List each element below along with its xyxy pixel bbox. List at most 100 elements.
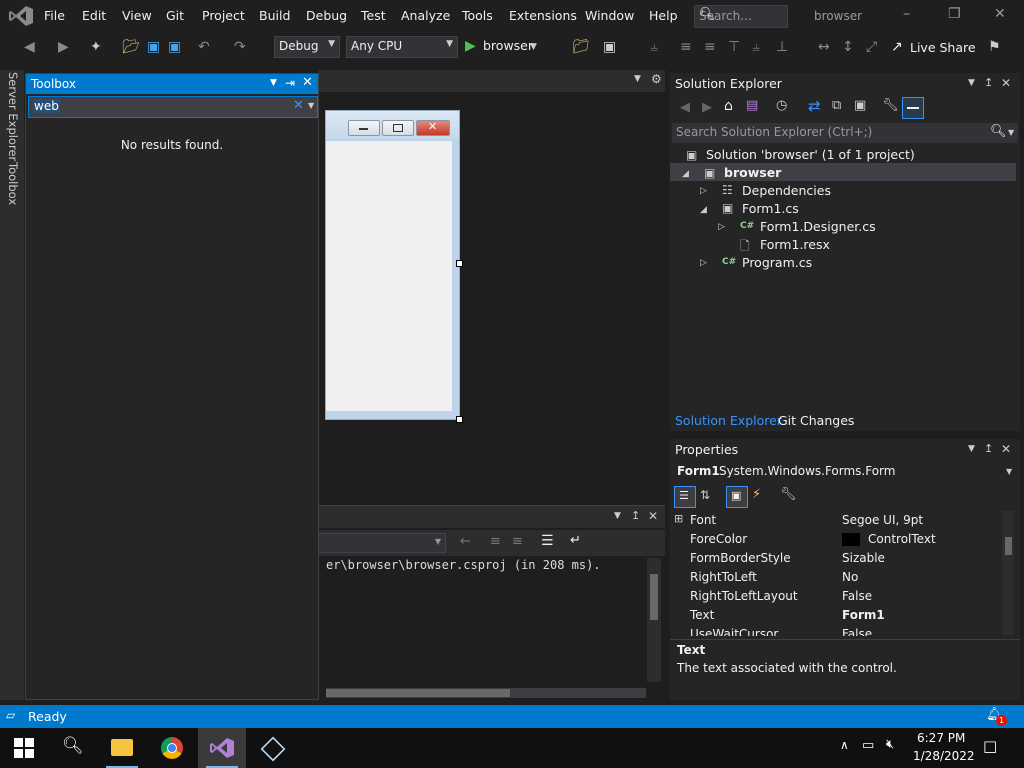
- output-horizontal-scrollbar[interactable]: [326, 688, 646, 698]
- close-icon[interactable]: ✕: [302, 75, 313, 90]
- taskbar-chrome[interactable]: [148, 728, 196, 768]
- windows-start-icon[interactable]: [14, 738, 34, 758]
- menu-file[interactable]: File: [44, 8, 65, 23]
- size-height-icon[interactable]: ↕: [842, 39, 854, 55]
- pin-icon[interactable]: ↥: [984, 442, 993, 455]
- feedback-icon[interactable]: ⚑: [988, 39, 1001, 55]
- save-icon[interactable]: ▣: [147, 39, 160, 55]
- menu-build[interactable]: Build: [259, 8, 290, 23]
- chevron-down-icon[interactable]: ▼: [614, 511, 621, 521]
- align-bottom-icon[interactable]: ⊥: [776, 39, 788, 55]
- expanded-arrow-icon[interactable]: ◢: [682, 169, 689, 179]
- platform-dropdown[interactable]: Any CPU ▼: [346, 36, 458, 58]
- property-row-forecolor[interactable]: ForeColor ControlText: [670, 530, 1000, 549]
- tree-project[interactable]: browser: [724, 165, 781, 180]
- screenshot-icon[interactable]: ▣: [603, 39, 616, 55]
- align-middle-icon[interactable]: ⫨: [752, 39, 760, 55]
- tree-item-dependencies[interactable]: Dependencies: [742, 183, 831, 198]
- volume-muted-icon[interactable]: 🔇︎: [886, 737, 894, 752]
- settings-gear-icon[interactable]: ⚙: [651, 72, 662, 86]
- tree-item-form1-cs[interactable]: Form1.cs: [742, 201, 799, 216]
- show-hidden-icons-chevron-up-icon[interactable]: ∧: [840, 738, 849, 752]
- show-all-files-icon[interactable]: ▣: [854, 98, 866, 113]
- next-message-icon[interactable]: ≡: [512, 534, 523, 549]
- new-project-icon[interactable]: ✦: [90, 39, 102, 55]
- chevron-down-icon[interactable]: ▼: [968, 444, 975, 454]
- property-row-righttoleftlayout[interactable]: RightToLeftLayout False: [670, 587, 1000, 606]
- redo-icon[interactable]: ↷: [234, 39, 246, 55]
- pending-changes-icon[interactable]: ◷: [776, 98, 787, 113]
- property-row-formborderstyle[interactable]: FormBorderStyle Sizable: [670, 549, 1000, 568]
- tree-item-form1-designer[interactable]: Form1.Designer.cs: [760, 219, 876, 234]
- events-icon[interactable]: ⚡︎: [752, 487, 761, 502]
- tree-item-program-cs[interactable]: Program.cs: [742, 255, 812, 270]
- taskbar-virtualbox[interactable]: [248, 728, 296, 768]
- menu-tools[interactable]: Tools: [462, 8, 493, 23]
- tree-item-form1-resx[interactable]: Form1.resx: [760, 237, 830, 252]
- collapse-all-icon[interactable]: ⧉: [832, 98, 841, 113]
- live-share-button[interactable]: Live Share: [910, 40, 976, 55]
- close-icon[interactable]: ✕: [1001, 76, 1011, 90]
- menu-analyze[interactable]: Analyze: [401, 8, 450, 23]
- close-icon[interactable]: ✕: [648, 509, 658, 523]
- menu-test[interactable]: Test: [361, 8, 386, 23]
- switch-views-icon[interactable]: ▤: [746, 98, 758, 113]
- toolbox-search-input[interactable]: web ✕ ▼: [28, 96, 318, 118]
- preview-selected-icon[interactable]: [902, 97, 924, 119]
- clear-all-icon[interactable]: ☰: [541, 533, 554, 549]
- alphabetical-icon[interactable]: ⇅: [700, 488, 710, 502]
- chevron-down-icon[interactable]: ▼: [634, 74, 641, 84]
- output-vertical-scrollbar[interactable]: [647, 558, 661, 682]
- chevron-down-icon[interactable]: ▼: [530, 42, 537, 52]
- menu-window[interactable]: Window: [585, 8, 634, 23]
- form1-design-window[interactable]: ✕: [325, 110, 460, 420]
- minimize-icon[interactable]: –: [903, 6, 910, 22]
- forward-icon[interactable]: ▶: [58, 39, 69, 55]
- chevron-down-icon[interactable]: ▼: [1008, 128, 1014, 137]
- taskbar-file-explorer[interactable]: [98, 728, 146, 768]
- expanded-arrow-icon[interactable]: ◢: [700, 205, 707, 215]
- menu-help[interactable]: Help: [649, 8, 678, 23]
- chevron-down-icon[interactable]: ▼: [270, 78, 277, 88]
- run-target-button[interactable]: browser: [483, 38, 533, 53]
- property-row-usewaitcursor[interactable]: UseWaitCursor False: [670, 625, 1000, 636]
- configuration-dropdown[interactable]: Debug ▼: [274, 36, 340, 58]
- property-row-text[interactable]: Text Form1: [670, 606, 1000, 625]
- close-icon[interactable]: ✕: [994, 6, 1006, 22]
- property-row-font[interactable]: ⊞ Font Segoe UI, 9pt: [670, 511, 1000, 530]
- solution-explorer-search-input[interactable]: Search Solution Explorer (Ctrl+;) 🔍︎ ▼: [672, 123, 1018, 143]
- back-icon[interactable]: ◀: [24, 39, 35, 55]
- size-width-icon[interactable]: ↔: [818, 39, 830, 55]
- align-center-icon[interactable]: ≡: [680, 39, 692, 55]
- collapsed-arrow-icon[interactable]: ▷: [718, 222, 725, 232]
- resize-handle-corner[interactable]: [456, 416, 463, 423]
- start-debugging-icon[interactable]: ▶: [465, 38, 476, 54]
- network-icon[interactable]: ▭: [862, 738, 874, 753]
- size-both-icon[interactable]: ⤢: [866, 39, 877, 55]
- clock-time[interactable]: 6:27 PM: [917, 731, 965, 745]
- chevron-down-icon[interactable]: ▼: [968, 78, 975, 88]
- clock-date[interactable]: 1/28/2022: [913, 749, 975, 763]
- tab-solution-explorer[interactable]: Solution Explorer: [675, 413, 782, 428]
- back-icon[interactable]: ◀: [680, 100, 690, 115]
- menu-debug[interactable]: Debug: [306, 8, 347, 23]
- menu-extensions[interactable]: Extensions: [509, 8, 577, 23]
- search-input[interactable]: Search... 🔍︎: [694, 5, 788, 28]
- home-icon[interactable]: ⌂: [724, 98, 733, 114]
- object-selector-dropdown[interactable]: Form1 System.Windows.Forms.Form ▼: [670, 461, 1020, 481]
- pin-icon[interactable]: ⇥: [285, 76, 295, 90]
- form-client-area[interactable]: [326, 141, 452, 411]
- menu-project[interactable]: Project: [202, 8, 245, 23]
- align-right-icon[interactable]: ≡: [704, 39, 716, 55]
- property-pages-icon[interactable]: 🔧︎: [780, 487, 797, 502]
- menu-git[interactable]: Git: [166, 8, 184, 23]
- tab-git-changes[interactable]: Git Changes: [778, 413, 854, 428]
- properties-view-icon[interactable]: ▣: [726, 486, 748, 508]
- close-icon[interactable]: ✕: [1001, 442, 1011, 456]
- properties-wrench-icon[interactable]: 🔧︎: [882, 98, 899, 113]
- expand-icon[interactable]: ⊞: [674, 512, 683, 525]
- align-top-icon[interactable]: ⊤: [728, 39, 740, 55]
- property-grid-scrollbar[interactable]: [1002, 511, 1014, 635]
- search-icon[interactable]: 🔍︎: [62, 736, 84, 756]
- property-row-righttoleft[interactable]: RightToLeft No: [670, 568, 1000, 587]
